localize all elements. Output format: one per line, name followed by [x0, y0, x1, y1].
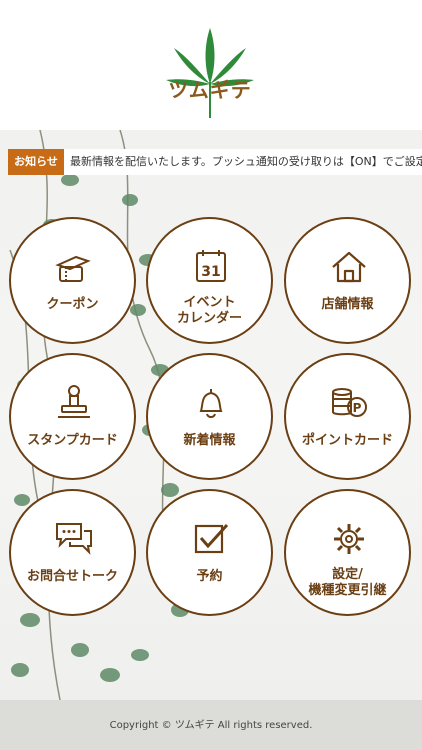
settings-transfer-button[interactable]: 設定/ 機種変更引継	[284, 489, 411, 616]
inquiry-talk-button[interactable]: お問合せトーク	[9, 489, 136, 616]
reservation-button[interactable]: 予約	[146, 489, 273, 616]
event-calendar-label-line2: カレンダー	[176, 311, 242, 326]
footer: Copyright © ツムギテ All rights reserved.	[0, 700, 422, 750]
copyright-text: Copyright © ツムギテ All rights reserved.	[109, 720, 313, 731]
reservation-label: 予約	[196, 569, 223, 584]
point-card-button[interactable]: P ポイントカード	[284, 353, 411, 480]
inquiry-talk-label: お問合せトーク	[26, 569, 118, 584]
settings-label-line2: 機種変更引継	[308, 583, 387, 598]
event-calendar-label-line1: イベント	[183, 295, 236, 310]
calendar-day: 31	[201, 264, 220, 280]
chat-bubble-icon	[56, 523, 92, 555]
gear-icon	[334, 524, 364, 554]
point-glyph: P	[353, 401, 362, 415]
store-info-label: 店舗情報	[321, 297, 374, 312]
coins-icon: P	[332, 388, 367, 417]
stamp-card-label: スタンプカード	[27, 433, 118, 448]
coupon-ticket-icon	[55, 255, 91, 282]
news-button[interactable]: 新着情報	[146, 353, 273, 480]
stamp-card-button[interactable]: スタンプカード	[9, 353, 136, 480]
house-icon	[332, 251, 366, 283]
point-card-label: ポイントカード	[301, 433, 393, 448]
store-info-button[interactable]: 店舗情報	[284, 217, 411, 344]
coupon-label: クーポン	[46, 297, 99, 312]
stamp-icon	[58, 385, 90, 418]
calendar-icon: 31	[196, 250, 226, 282]
settings-label-line1: 設定/	[332, 567, 363, 582]
event-calendar-button[interactable]: 31 イベント カレンダー	[146, 217, 273, 344]
menu-grid: クーポン 31 イベント カレンダー 店舗情報 スタンプカード 新着情報 P ポ…	[0, 0, 422, 750]
checkbox-icon	[194, 523, 229, 554]
bell-icon	[199, 389, 223, 418]
news-label: 新着情報	[183, 433, 236, 448]
coupon-button[interactable]: クーポン	[9, 217, 136, 344]
